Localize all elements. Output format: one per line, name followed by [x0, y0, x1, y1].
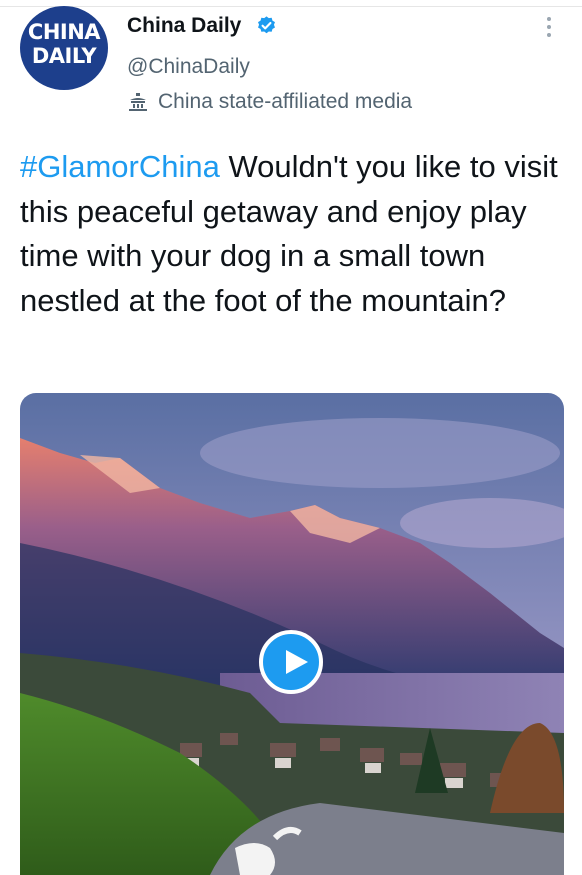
hashtag-link[interactable]: #GlamorChina: [20, 149, 220, 184]
play-icon[interactable]: [259, 630, 323, 694]
avatar[interactable]: CHINA DAILY: [20, 6, 108, 90]
top-divider: [0, 6, 582, 7]
avatar-logo-text-1: CHINA: [27, 20, 101, 44]
state-media-icon: [129, 93, 147, 111]
tweet-text: #GlamorChina Wouldn't you like to visit …: [20, 145, 570, 323]
state-affiliated-label[interactable]: China state-affiliated media: [127, 90, 412, 114]
handle[interactable]: @ChinaDaily: [127, 55, 250, 79]
more-options-icon[interactable]: [542, 14, 556, 44]
display-name[interactable]: China Daily: [127, 14, 241, 38]
video-player[interactable]: [20, 393, 564, 875]
state-affiliated-text: China state-affiliated media: [158, 90, 413, 113]
avatar-logo-text-2: DAILY: [31, 44, 97, 68]
verified-badge-icon: [258, 16, 275, 34]
